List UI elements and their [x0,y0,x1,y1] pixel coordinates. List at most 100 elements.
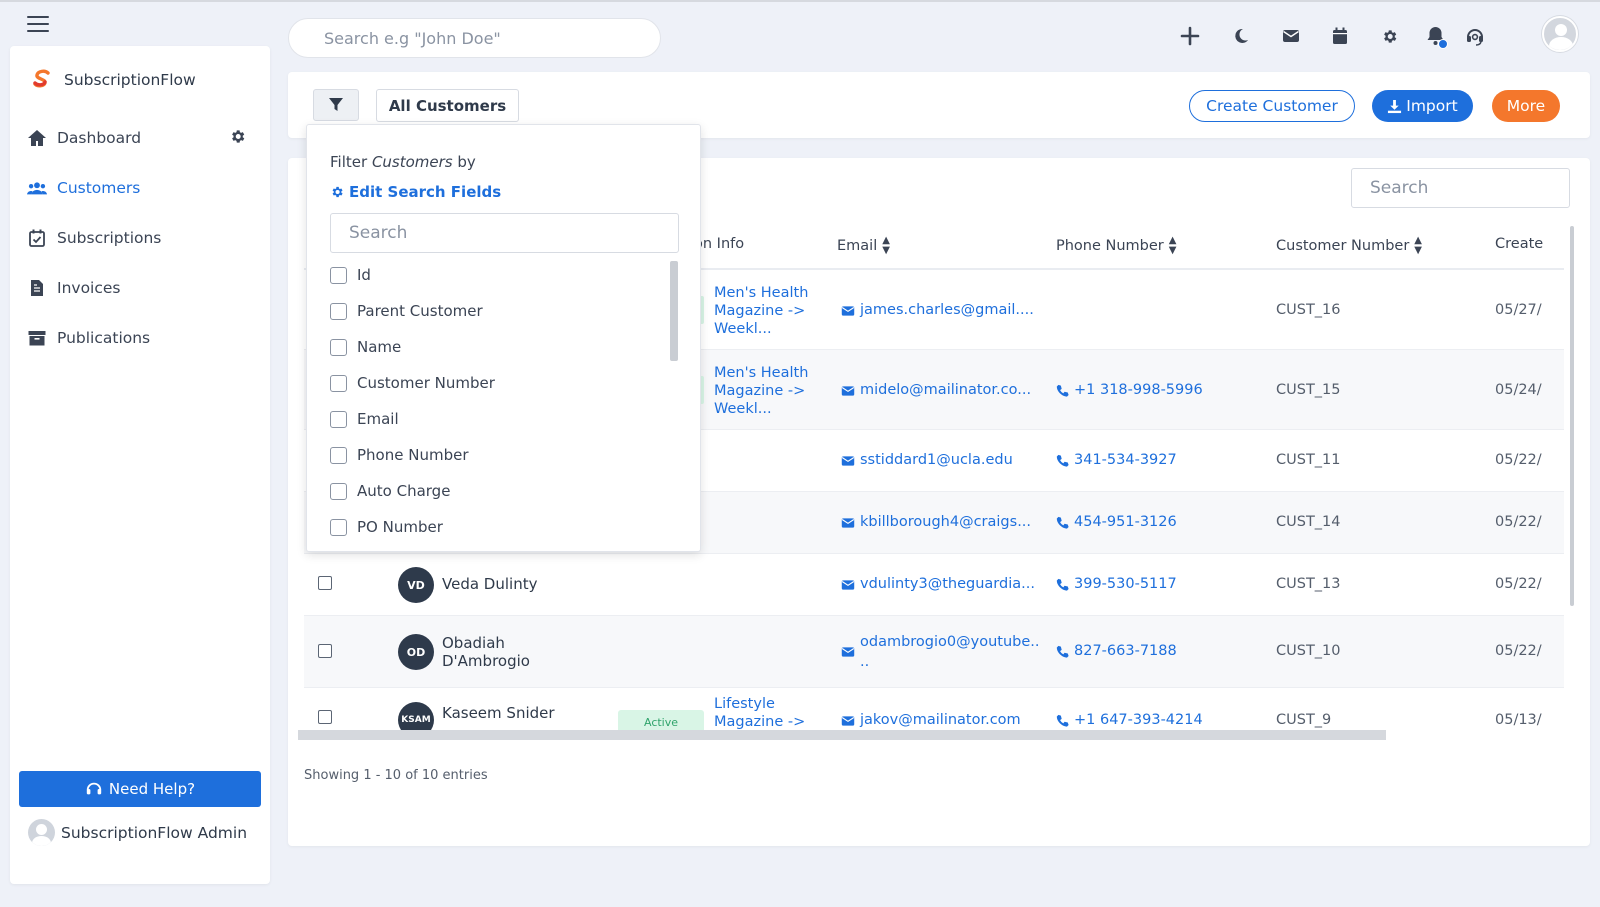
filter-field-phone-number[interactable]: Phone Number [330,437,660,473]
checkbox [330,410,347,428]
filter-list-scrollbar[interactable] [670,261,678,361]
column-header-created[interactable]: Create [1495,236,1543,252]
created-date: 05/22/ [1495,576,1542,592]
phone-link[interactable]: 341-534-3927 [1056,452,1177,468]
filter-button[interactable] [313,89,359,121]
sidebar-item-label: Subscriptions [57,229,162,247]
need-help-button[interactable]: Need Help? [19,771,261,807]
email-link[interactable]: midelo@mailinator.co... [841,382,1031,398]
mail-icon [841,647,855,657]
moon-icon[interactable] [1228,23,1254,49]
table-horizontal-scrollbar[interactable] [298,730,1386,740]
table-row[interactable]: KSAM Kaseem Snider Active Lifestyle Magaz… [304,688,1564,732]
phone-link[interactable]: 827-663-7188 [1056,643,1177,659]
phone-icon [1056,516,1069,529]
email-link[interactable]: jakov@mailinator.com [841,712,1021,728]
column-header-phone[interactable]: Phone Number ▲ ▼ [1056,236,1176,256]
filter-field-email[interactable]: Email [330,401,660,437]
filter-popover: Filter Customers by Edit Search Fields S… [306,124,701,552]
sidebar: SubscriptionFlow Dashboard Customers Sub… [10,46,270,884]
sidebar-item-invoices[interactable]: Invoices [27,263,257,313]
phone-link[interactable]: +1 647-393-4214 [1056,712,1203,728]
sidebar-item-subscriptions[interactable]: Subscriptions [27,213,257,263]
row-checkbox[interactable] [318,644,332,658]
menu-toggle-icon[interactable] [27,16,49,32]
plan-link[interactable]: Lifestyle Magazine -> [714,695,824,731]
column-header-plan-info[interactable]: on Info [694,236,744,252]
sidebar-item-dashboard[interactable]: Dashboard [27,113,257,163]
filter-field-customer-number[interactable]: Customer Number [330,365,660,401]
calendar-icon[interactable] [1327,23,1353,49]
table-search-input[interactable]: Search [1351,168,1570,208]
phone-link[interactable]: 454-951-3126 [1056,514,1177,530]
filter-field-name[interactable]: Name [330,329,660,365]
sidebar-item-label: Customers [57,179,141,197]
email-link[interactable]: kbillborough4@craigs... [841,514,1031,530]
customer-number: CUST_16 [1276,302,1341,318]
row-checkbox[interactable] [318,710,332,724]
status-badge: Active [618,710,704,732]
phone-link[interactable]: 399-530-5117 [1056,576,1177,592]
filter-field-po-number[interactable]: PO Number [330,509,660,545]
sidebar-item-publications[interactable]: Publications [27,313,257,363]
customer-number: CUST_14 [1276,514,1341,530]
import-button[interactable]: Import [1372,90,1473,122]
avatar: VD [398,567,434,603]
customer-name-link[interactable]: Obadiah D'Ambrogio [442,634,530,670]
sidebar-item-label: Invoices [57,279,121,297]
filter-field-auto-charge[interactable]: Auto Charge [330,473,660,509]
email-link[interactable]: vdulinty3@theguardia... [841,576,1035,592]
brand[interactable]: SubscriptionFlow [30,68,196,92]
email-link[interactable]: odambrogio0@youtube.... [841,632,1040,673]
invoice-icon [27,278,47,298]
mail-icon[interactable] [1278,23,1304,49]
plan-link[interactable]: Men's Health Magazine -> Weekl... [714,284,824,338]
customer-name-link[interactable]: Veda Dulinty [442,575,537,593]
customer-number: CUST_9 [1276,712,1332,728]
column-header-customer-number[interactable]: Customer Number ▲ ▼ [1276,236,1422,256]
table-row[interactable]: OD Obadiah D'Ambrogio odambrogio0@youtube… [304,616,1564,688]
filter-field-parent-customer[interactable]: Parent Customer [330,293,660,329]
mail-icon [841,306,855,316]
phone-icon [1056,714,1069,727]
filter-icon [329,98,343,111]
more-button[interactable]: More [1492,90,1560,122]
customer-number: CUST_13 [1276,576,1341,592]
email-link[interactable]: james.charles@gmail.... [841,302,1034,318]
headset-icon[interactable] [1462,23,1488,49]
headset-icon [86,782,102,795]
created-date: 05/13/ [1495,712,1542,728]
sidebar-item-label: Dashboard [57,129,142,147]
home-icon [27,128,47,148]
create-customer-button[interactable]: Create Customer [1189,90,1355,122]
table-vertical-scrollbar[interactable] [1570,226,1574,606]
phone-icon [1056,384,1069,397]
global-search-input[interactable]: Search e.g "John Doe" [288,18,661,58]
user-avatar[interactable] [1542,16,1578,52]
bell-icon[interactable] [1422,23,1448,49]
admin-avatar [28,819,55,846]
plus-icon[interactable] [1177,23,1203,49]
mail-icon [841,716,855,726]
gear-icon[interactable] [1376,23,1402,49]
filter-field-id[interactable]: Id [330,257,660,293]
checkbox [330,302,347,320]
mail-icon [841,386,855,396]
customer-name-link[interactable]: Kaseem Snider [442,704,555,722]
plan-link[interactable]: Men's Health Magazine -> Weekl... [714,364,824,418]
row-checkbox[interactable] [318,576,332,590]
admin-profile[interactable]: SubscriptionFlow Admin [28,819,247,846]
sort-icon: ▲ ▼ [1414,235,1422,256]
mail-icon [841,456,855,466]
sidebar-item-customers[interactable]: Customers [27,163,257,213]
edit-search-fields-link[interactable]: Edit Search Fields [330,183,501,201]
filter-search-input[interactable]: Search [330,213,679,253]
view-selector-button[interactable]: All Customers [376,89,519,122]
email-link[interactable]: sstiddard1@ucla.edu [841,452,1013,468]
need-help-label: Need Help? [108,780,196,798]
dashboard-settings-gear-icon[interactable] [229,128,247,146]
phone-link[interactable]: +1 318-998-5996 [1056,382,1203,398]
filter-popover-title: Filter Customers by [330,153,476,171]
column-header-email[interactable]: Email ▲ ▼ [837,236,890,256]
table-row[interactable]: VD Veda Dulinty vdulinty3@theguardia... … [304,554,1564,616]
